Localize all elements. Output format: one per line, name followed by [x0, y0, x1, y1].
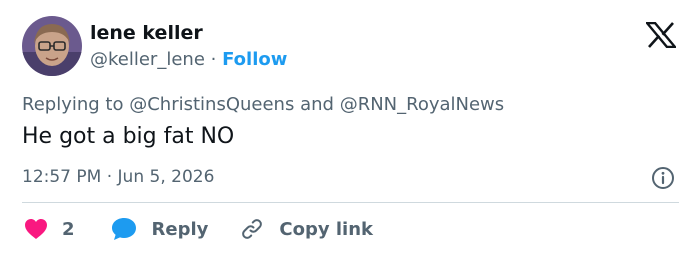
- reply-context: Replying to @ChristinsQueens and @RNN_Ro…: [22, 94, 504, 115]
- divider: [22, 202, 679, 203]
- tweet-timestamp[interactable]: 12:57 PM · Jun 5, 2026: [22, 167, 214, 187]
- separator-dot: ·: [106, 167, 113, 187]
- heart-icon: [25, 219, 47, 239]
- avatar-image: [22, 16, 82, 76]
- info-icon[interactable]: [651, 166, 675, 190]
- reply-prefix: Replying to: [22, 94, 124, 115]
- copy-link-button[interactable]: Copy link: [240, 217, 373, 241]
- author-handle-row: @keller_lene · Follow: [90, 49, 287, 70]
- action-bar: 2 Reply Copy link: [24, 216, 373, 242]
- copy-link-label: Copy link: [279, 218, 373, 240]
- x-logo-icon[interactable]: [646, 22, 676, 48]
- tweet-text: He got a big fat NO: [22, 124, 235, 149]
- link-icon: [242, 219, 263, 239]
- speech-bubble-icon: [111, 218, 136, 240]
- tweet-date: Jun 5, 2026: [117, 167, 215, 187]
- follow-button[interactable]: Follow: [222, 49, 287, 70]
- reply-label: Reply: [151, 218, 209, 240]
- mention-link[interactable]: @ChristinsQueens: [129, 94, 294, 115]
- tweet-time: 12:57 PM: [22, 167, 102, 187]
- mention-link[interactable]: @RNN_RoyalNews: [340, 94, 504, 115]
- like-button[interactable]: 2: [24, 218, 75, 240]
- reply-joiner: and: [300, 94, 334, 115]
- author-handle[interactable]: @keller_lene: [90, 49, 205, 70]
- author-name[interactable]: lene keller: [90, 22, 203, 44]
- reply-button[interactable]: Reply: [111, 217, 209, 241]
- like-count: 2: [62, 218, 75, 240]
- separator-dot: ·: [210, 49, 217, 70]
- avatar[interactable]: [22, 16, 82, 76]
